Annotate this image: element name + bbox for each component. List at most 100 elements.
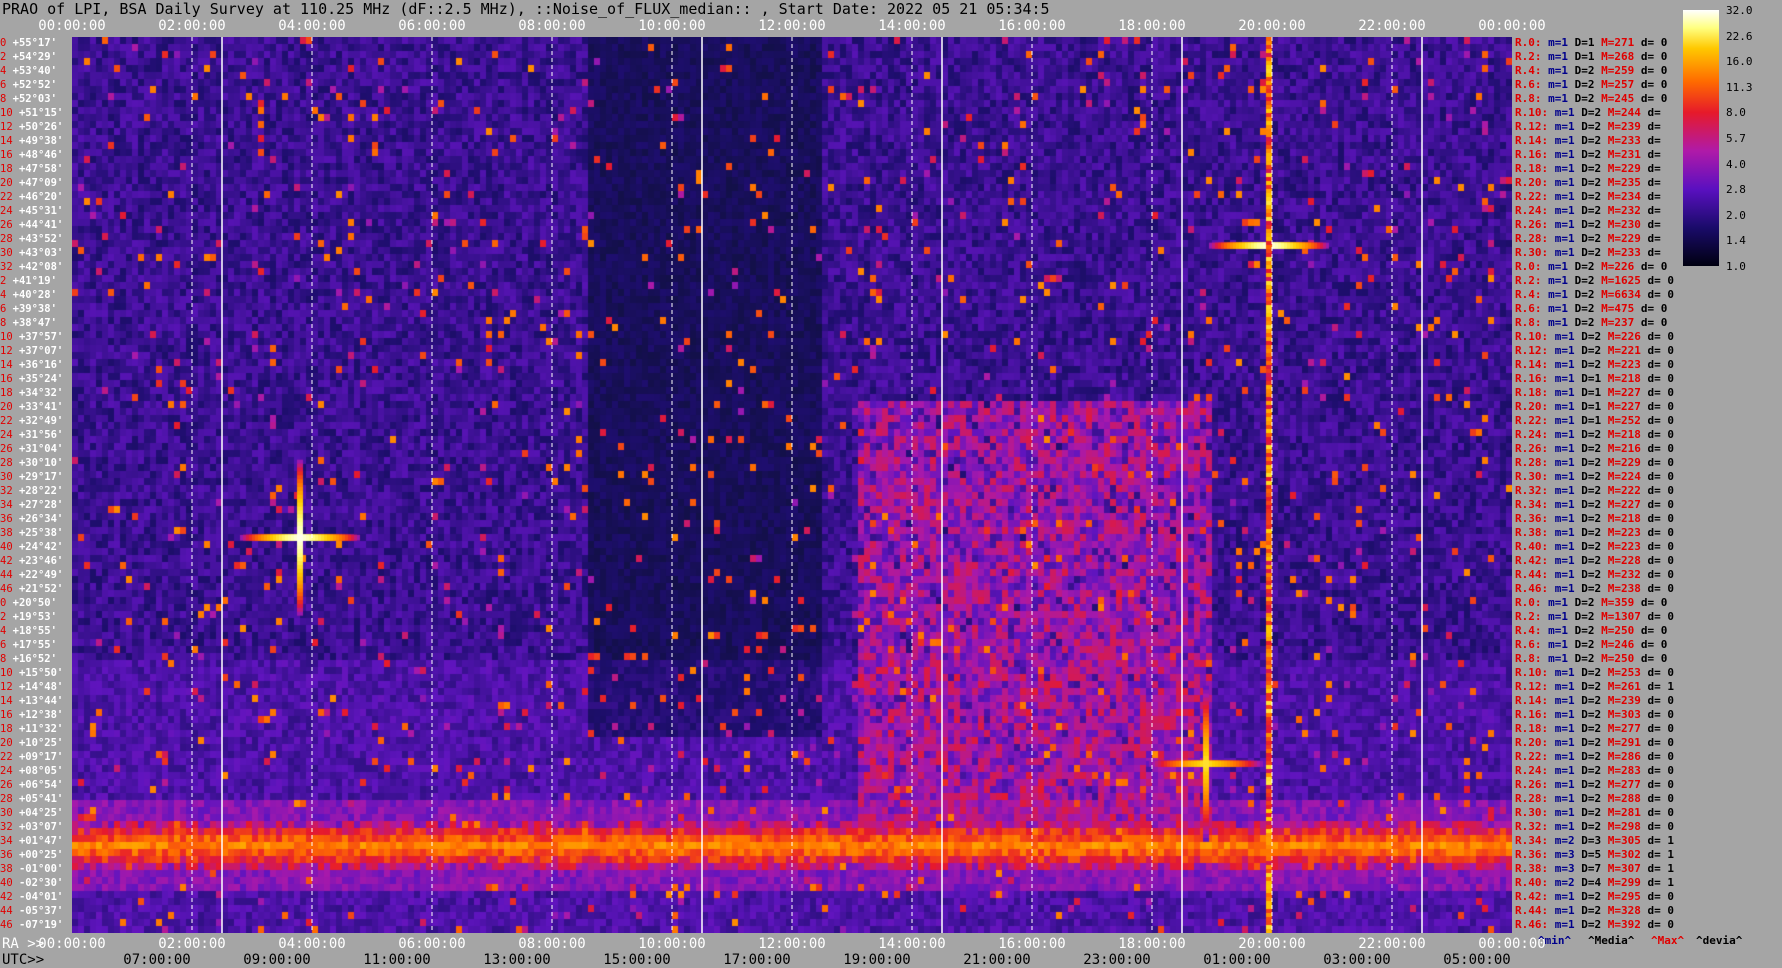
dec-row: 36 +00°25' [0,848,63,862]
stat-devia: d= [1640,246,1661,259]
stat-median: D=2 [1568,260,1595,273]
top-tick: 00:00:00 [1478,18,1546,34]
stat-devia: d= 0 [1640,344,1674,357]
colorbar-tick: 11.3 [1726,80,1753,94]
stat-devia: d= 0 [1640,358,1674,371]
dec-value: +04°25' [12,807,64,819]
dec-row: 32 +28°22' [0,484,63,498]
stat-max: M=328 [1601,904,1641,917]
stat-max: M=228 [1601,554,1641,567]
stat-max: M=245 [1594,92,1635,105]
dec-row: 42 -04°01' [0,890,63,904]
stat-range: R.0: [1515,596,1542,609]
stat-min: m=2 [1548,834,1575,847]
dec-row: 10 +51°15' [0,106,63,120]
dec-value: +31°04' [12,443,64,455]
colorbar-tick: 2.0 [1726,208,1746,222]
stat-max: M=281 [1601,806,1641,819]
stat-max: M=222 [1601,484,1641,497]
stat-devia: d= 1 [1640,876,1674,889]
chart-title: PRAO of LPI, BSA Daily Survey at 110.25 … [2,0,1050,18]
stat-max: M=250 [1594,652,1635,665]
stat-row: R.24: m=1 D=2 M=218 d= 0 [1515,428,1674,442]
stat-min: m=1 [1548,778,1575,791]
stat-min: m=1 [1541,596,1568,609]
stat-median: D=2 [1574,176,1602,189]
dec-row: 28 +05°41' [0,792,63,806]
stat-devia: d= 0 [1634,302,1668,315]
dec-value: +36°16' [12,359,64,371]
stat-median: D=2 [1574,484,1602,497]
stat-row: R.18: m=1 D=2 M=229 d= [1515,162,1661,176]
dec-row: 44 -05°37' [0,904,63,918]
stat-min: m=1 [1541,64,1568,77]
stat-range: R.6: [1515,78,1542,91]
stat-median: D=2 [1574,526,1602,539]
stat-range: R.46: [1515,918,1549,931]
stat-range: R.34: [1515,498,1549,511]
stat-row: R.40: m=1 D=2 M=223 d= 0 [1515,540,1674,554]
dec-value: +51°15' [12,107,64,119]
dec-index: 26 [0,779,13,791]
dec-value: +24°42' [12,541,64,553]
dec-row: 8 +16°52' [0,652,57,666]
stat-min: m=1 [1548,204,1575,217]
stat-max: M=286 [1601,750,1641,763]
colorbar-tick: 4.0 [1726,157,1746,171]
stat-median: D=2 [1574,582,1602,595]
stat-median: D=1 [1574,414,1602,427]
stat-devia: d= 0 [1634,260,1668,273]
stat-range: R.4: [1515,624,1542,637]
top-tick: 18:00:00 [1118,18,1186,34]
stat-max: M=283 [1601,764,1641,777]
dec-row: 46 -07°19' [0,918,63,932]
stat-max: M=475 [1594,302,1635,315]
stat-median: D=1 [1568,36,1595,49]
dec-value: +08°05' [12,765,64,777]
stat-median: D=2 [1568,624,1595,637]
stat-row: R.16: m=1 D=2 M=303 d= 0 [1515,708,1674,722]
top-tick: 00:00:00 [38,18,106,34]
dec-index: 12 [0,345,13,357]
dec-value: +01°47' [12,835,64,847]
stat-row: R.6: m=1 D=2 M=246 d= 0 [1515,638,1667,652]
utc-tick: 19:00:00 [843,952,911,968]
stat-row: R.30: m=1 D=2 M=233 d= [1515,246,1661,260]
stat-devia: d= 0 [1634,64,1668,77]
stat-range: R.44: [1515,568,1549,581]
stat-median: D=2 [1574,120,1602,133]
stat-max: M=392 [1601,918,1641,931]
legend-max: ^Max^ [1651,934,1685,947]
dec-value: +54°29' [6,51,57,63]
dec-row: 10 +37°57' [0,330,63,344]
stat-median: D=2 [1574,470,1602,483]
stat-row: R.20: m=1 D=2 M=235 d= [1515,176,1661,190]
stat-max: M=233 [1601,134,1641,147]
stat-range: R.38: [1515,862,1549,875]
stat-min: m=1 [1541,36,1568,49]
stat-range: R.2: [1515,610,1542,623]
stat-min: m=1 [1548,568,1575,581]
dec-index: 24 [0,765,13,777]
stat-max: M=223 [1601,540,1641,553]
dec-value: +42°08' [12,261,64,273]
stat-row: R.34: m=2 D=3 M=305 d= 1 [1515,834,1674,848]
dec-value: +12°38' [12,709,64,721]
stat-max: M=239 [1601,120,1641,133]
stat-min: m=1 [1548,666,1575,679]
stat-devia: d= 0 [1640,890,1674,903]
stat-max: M=277 [1601,778,1641,791]
stat-range: R.40: [1515,876,1549,889]
stat-row: R.12: m=1 D=2 M=239 d= [1515,120,1661,134]
stat-min: m=1 [1541,610,1568,623]
stat-median: D=2 [1574,918,1602,931]
stat-devia: d= 0 [1634,596,1668,609]
dec-index: 34 [0,499,13,511]
stat-range: R.44: [1515,904,1549,917]
dec-value: +09°17' [12,751,64,763]
stat-median: D=2 [1568,652,1595,665]
stat-median: D=2 [1574,204,1602,217]
stat-devia: d= 0 [1640,288,1674,301]
stat-devia: d= 0 [1634,50,1668,63]
stat-median: D=2 [1568,78,1595,91]
